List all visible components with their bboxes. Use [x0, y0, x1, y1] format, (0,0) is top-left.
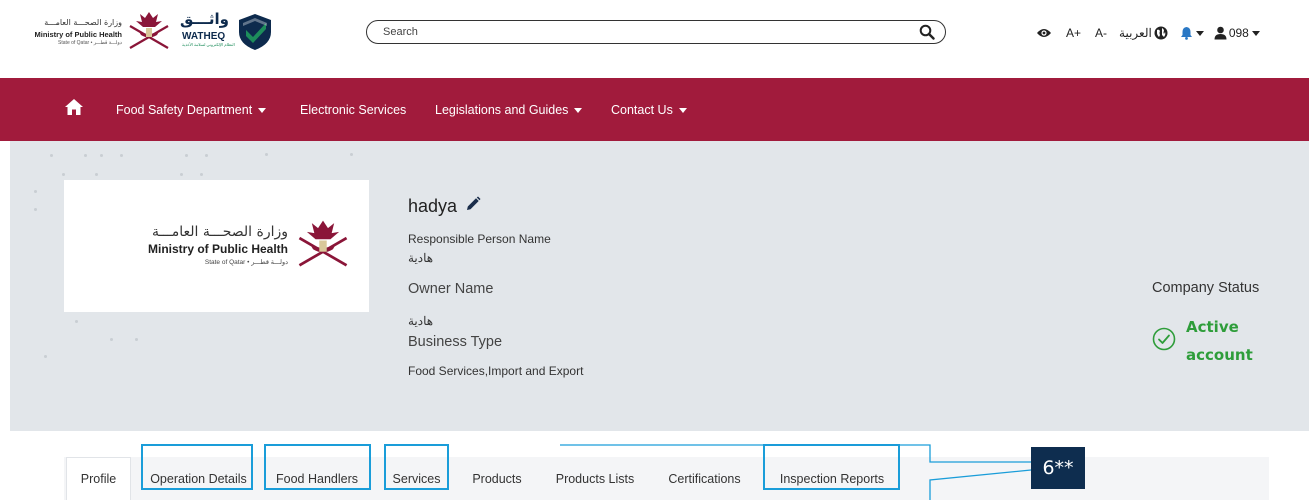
tab-label: Services — [392, 471, 441, 486]
decor-dot — [95, 173, 98, 176]
nav-item-label: Legislations and Guides — [435, 103, 569, 117]
owner-name-value: هادية — [408, 314, 434, 328]
watheq-logo-arabic: واثـــق — [180, 10, 229, 28]
user-id: 098 — [1228, 26, 1249, 40]
tab-operation-details[interactable]: Operation Details — [141, 457, 256, 500]
decor-dot — [135, 338, 138, 341]
home-icon[interactable] — [64, 98, 84, 120]
decor-dot — [44, 355, 47, 358]
chevron-down-icon — [1195, 30, 1204, 36]
moph-logo-english: Ministry of Public Health — [34, 30, 122, 39]
search-input[interactable] — [383, 24, 903, 40]
watheq-logo[interactable]: واثـــق WATHEQ النظام الإلكتروني لسلامة … — [180, 10, 275, 50]
card-logo-arabic: وزارة الصحـــة العامـــة — [151, 224, 288, 240]
tab-label: Food Handlers — [276, 471, 358, 486]
chevron-down-icon — [678, 107, 687, 113]
top-right-tools: A+ A- العربية 098 — [1036, 23, 1260, 43]
font-decrease-button[interactable]: A- — [1095, 26, 1107, 40]
decor-dot — [265, 153, 268, 156]
search-icon[interactable] — [919, 24, 935, 44]
nav-food-safety-department[interactable]: Food Safety Department — [116, 103, 267, 117]
decor-dot — [75, 320, 78, 323]
callout-badge: 6** — [1031, 447, 1085, 489]
callout-line — [560, 444, 1032, 500]
chevron-down-icon — [1251, 30, 1260, 36]
decor-dot — [100, 154, 103, 157]
chevron-down-icon — [258, 107, 267, 113]
tab-label: Operation Details — [150, 471, 247, 486]
notifications-dropdown[interactable] — [1180, 26, 1204, 40]
tab-food-handlers[interactable]: Food Handlers — [264, 457, 370, 500]
decor-dot — [34, 190, 37, 193]
tab-label: Profile — [80, 472, 117, 486]
chevron-down-icon — [574, 107, 583, 113]
shield-check-icon — [239, 14, 271, 50]
user-icon — [1214, 26, 1227, 40]
search-box — [366, 20, 946, 44]
decor-dot — [205, 154, 208, 157]
nav-contact-us[interactable]: Contact Us — [611, 103, 687, 117]
moph-logo-arabic: وزارة الصحـــة العامـــة — [44, 18, 122, 27]
business-type-label: Business Type — [408, 334, 503, 350]
moph-logo-sub: State of Qatar • دولـــة قطـــر — [58, 40, 122, 46]
user-menu[interactable]: 098 — [1214, 26, 1260, 40]
qatar-emblem-icon — [298, 220, 348, 267]
decor-dot — [200, 173, 203, 176]
company-status-value: Active account — [1186, 318, 1253, 364]
tab-services[interactable]: Services — [385, 457, 448, 500]
business-type-value: Food Services,Import and Export — [408, 364, 584, 378]
card-logo-english: Ministry of Public Health — [147, 242, 288, 256]
language-switch[interactable]: العربية — [1119, 26, 1168, 40]
decor-dot — [180, 173, 183, 176]
moph-logo[interactable]: وزارة الصحـــة العامـــة Ministry of Pub… — [30, 8, 180, 54]
decor-dot — [350, 153, 353, 156]
company-name: hadya — [408, 196, 481, 217]
nav-item-label: Contact Us — [611, 103, 673, 117]
decor-dot — [62, 173, 65, 176]
decor-dot — [34, 208, 37, 211]
eye-icon[interactable] — [1036, 27, 1052, 39]
company-status-label: Company Status — [1152, 280, 1260, 296]
globe-icon — [1154, 26, 1168, 40]
nav-item-label: Electronic Services — [300, 103, 407, 117]
font-increase-button[interactable]: A+ — [1066, 26, 1081, 40]
language-label: العربية — [1119, 26, 1152, 40]
tab-products[interactable]: Products — [462, 457, 532, 500]
nav-item-label: Food Safety Department — [116, 103, 253, 117]
company-name-text: hadya — [408, 196, 458, 216]
responsible-person-label: Responsible Person Name — [408, 232, 551, 246]
decor-dot — [185, 154, 188, 157]
decor-dot — [84, 154, 87, 157]
check-circle-icon — [1152, 327, 1176, 355]
qatar-emblem-icon — [129, 12, 169, 49]
company-logo-card: وزارة الصحـــة العامـــة Ministry of Pub… — [64, 180, 369, 312]
nav-electronic-services[interactable]: Electronic Services — [300, 103, 406, 117]
pencil-icon[interactable] — [465, 196, 481, 217]
bell-icon — [1180, 27, 1192, 40]
top-bar: وزارة الصحـــة العامـــة Ministry of Pub… — [0, 0, 1309, 78]
nav-legislations-and-guides[interactable]: Legislations and Guides — [435, 103, 583, 117]
watheq-logo-tagline: النظام الإلكتروني لسلامة الأغذية — [182, 42, 235, 47]
watheq-logo-english: WATHEQ — [182, 31, 226, 42]
decor-dot — [50, 154, 53, 157]
decor-dot — [110, 338, 113, 341]
card-logo-sub: State of Qatar • دولـــة قطـــر — [204, 259, 288, 266]
tab-profile[interactable]: Profile — [66, 457, 131, 500]
decor-dot — [120, 154, 123, 157]
responsible-person-value: هادية — [408, 251, 434, 265]
owner-name-label: Owner Name — [408, 281, 494, 297]
main-nav: Food Safety Department Electronic Servic… — [0, 78, 1309, 141]
tab-label: Products — [472, 471, 522, 486]
